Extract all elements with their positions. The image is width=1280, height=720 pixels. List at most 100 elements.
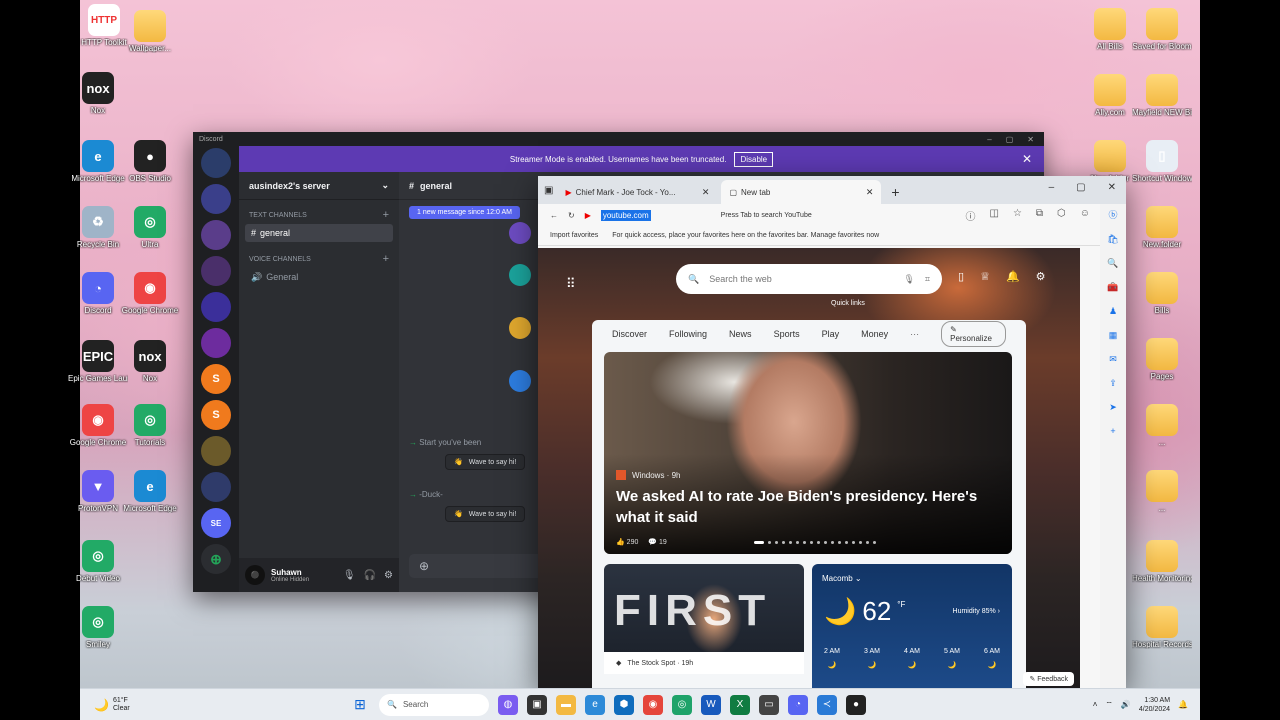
desktop-icon[interactable]: All Bills [1080, 8, 1140, 51]
desktop-icon[interactable]: Saved for Bloom [1132, 8, 1192, 51]
desktop-icon[interactable]: ◎ Tutorials [120, 404, 180, 447]
add-channel-icon[interactable]: + [383, 210, 389, 221]
tools-icon[interactable]: 🧰 [1107, 282, 1118, 293]
word-icon[interactable]: W [701, 694, 721, 715]
avatar[interactable] [509, 370, 531, 392]
minimize-icon[interactable]: – [1049, 182, 1055, 193]
voice-channel-general[interactable]: 🔊 General [245, 268, 393, 287]
settings-icon[interactable]: ⚙ [1036, 270, 1046, 283]
split-screen-icon[interactable]: ◫ [989, 208, 998, 223]
desktop-icon[interactable]: Mayfield NEW Bills [1132, 74, 1192, 117]
apps-grid-icon[interactable]: ⠿ [566, 276, 576, 292]
tab-actions-icon[interactable]: ▣ [544, 185, 553, 196]
tab-money[interactable]: Money [861, 329, 888, 339]
desktop-icon[interactable]: ◔ Discord [68, 272, 128, 315]
start-button[interactable]: ⊞ [350, 695, 370, 715]
gear-icon[interactable]: ⚙ [384, 570, 393, 581]
server-icon[interactable] [201, 220, 231, 250]
tab-discover[interactable]: Discover [612, 329, 647, 339]
weather-location[interactable]: Macomb ⌄ [822, 574, 862, 583]
desktop-icon[interactable]: ▯ Shortcut Windows... [1132, 140, 1192, 183]
desktop-icon[interactable]: ◉ Google Chrome [68, 404, 128, 447]
quick-links-label[interactable]: Quick links [831, 300, 865, 307]
desktop-icon[interactable]: ♻ Recycle Bin [68, 206, 128, 249]
desktop-icon[interactable]: ... [1132, 404, 1192, 447]
server-icon[interactable]: S [201, 400, 231, 430]
tab-new-tab[interactable]: ▢ New tab ✕ [721, 180, 882, 204]
desktop-icon[interactable]: Pages [1132, 338, 1192, 381]
microphone-icon[interactable]: 🎙 [903, 274, 914, 285]
server-icon[interactable]: SE [201, 508, 231, 538]
server-name-header[interactable]: ausindex2's server ⌄ [239, 172, 399, 200]
taskbar-search[interactable]: 🔍 Search [379, 693, 489, 716]
desktop-icon[interactable]: ◎ Ultra [120, 206, 180, 249]
minimize-icon[interactable]: – [987, 135, 991, 144]
tab-following[interactable]: Following [669, 329, 707, 339]
desktop-icon[interactable]: Ally.com [1080, 74, 1140, 117]
web-search-box[interactable]: 🔍 Search the web 🎙 ⌗ [676, 264, 942, 294]
task-view-icon[interactable]: ▣ [527, 694, 547, 715]
collections-icon[interactable]: ⧉ [1036, 208, 1043, 223]
server-icon[interactable] [201, 328, 231, 358]
wave-button[interactable]: 👋 Wave to say hi! [445, 454, 526, 470]
wave-button[interactable]: 👋 Wave to say hi! [445, 506, 526, 522]
discord-icon[interactable]: ◔ [788, 694, 808, 715]
tab-sports[interactable]: Sports [774, 329, 800, 339]
desktop-icon[interactable]: e Microsoft Edge [120, 470, 180, 513]
weather-card[interactable]: Macomb ⌄ 🌙 62 °F Humidity 85% › 2 AM 🌙 3 AM… [812, 564, 1012, 688]
drop-icon[interactable]: ⇪ [1109, 378, 1117, 389]
send-icon[interactable]: ➤ [1109, 402, 1117, 413]
profile-icon[interactable]: ☺ [1080, 208, 1090, 223]
desktop-icon[interactable]: e Microsoft Edge [68, 140, 128, 183]
server-icon[interactable] [201, 148, 231, 178]
search-icon[interactable]: 🔍 [1107, 258, 1118, 269]
desktop-icon[interactable]: ▼ ProtonVPN [68, 470, 128, 513]
like-button[interactable]: 👍 290 [616, 538, 638, 546]
tab-play[interactable]: Play [822, 329, 840, 339]
avatar[interactable] [509, 317, 531, 339]
copilot-icon[interactable]: ◍ [498, 694, 518, 715]
shopping-icon[interactable]: 🛍 [1107, 234, 1118, 245]
add-server-icon[interactable]: ⊕ [201, 544, 231, 574]
maximize-icon[interactable]: ▢ [1076, 182, 1085, 193]
channel-general[interactable]: # general [245, 224, 393, 242]
server-icon[interactable]: S [201, 364, 231, 394]
server-icon[interactable] [201, 184, 231, 214]
desktop-icon[interactable]: ● OBS Studio [120, 140, 180, 183]
server-icon[interactable] [201, 436, 231, 466]
desktop-icon[interactable]: Health Monitoring [1132, 540, 1192, 583]
extensions-icon[interactable]: ⬡ [1057, 208, 1066, 223]
url-input[interactable]: youtube.com [600, 209, 651, 221]
back-icon[interactable]: ← [550, 211, 558, 220]
copilot-icon[interactable]: ⓑ [1108, 208, 1117, 221]
desktop-icon[interactable]: nox Nox [120, 340, 180, 383]
maximize-icon[interactable]: ▢ [1006, 135, 1014, 144]
avatar[interactable] [509, 222, 531, 244]
personalize-button[interactable]: ✎ Personalize [941, 321, 1006, 347]
more-tabs-button[interactable]: ··· [910, 329, 919, 339]
new-tab-button[interactable]: + [885, 180, 905, 204]
desktop-icon[interactable]: ... [1132, 206, 1192, 249]
store-icon[interactable]: ⬢ [614, 694, 634, 715]
notifications-icon[interactable]: 🔔 [1006, 270, 1020, 283]
volume-icon[interactable]: 🔊 [1121, 700, 1131, 709]
add-attachment-icon[interactable]: ⊕ [419, 559, 429, 573]
close-icon[interactable]: ✕ [866, 187, 874, 198]
chrome-icon[interactable]: ◉ [643, 694, 663, 715]
add-channel-icon[interactable]: + [383, 254, 389, 265]
comment-button[interactable]: 💬 19 [648, 538, 666, 546]
avatar[interactable]: ⚫ [245, 565, 265, 585]
feedback-button[interactable]: ✎ Feedback [1023, 672, 1074, 686]
desktop-icon[interactable]: Hospital Records [1132, 606, 1192, 649]
close-icon[interactable]: ✕ [1022, 152, 1032, 166]
import-favorites-link[interactable]: Import favorites [550, 232, 598, 239]
file-explorer-icon[interactable]: ▬ [556, 694, 576, 715]
news-card[interactable]: FIRST ◆ The Stock Spot · 19h [604, 564, 804, 674]
phone-icon[interactable]: ▯ [958, 270, 964, 283]
add-icon[interactable]: + [1110, 426, 1115, 436]
tab-youtube[interactable]: ▶ Chief Mark - Joe Tock - Yo... ✕ [557, 180, 717, 204]
avatar[interactable] [509, 264, 531, 286]
edge-icon[interactable]: e [585, 694, 605, 715]
server-icon[interactable] [201, 292, 231, 322]
obs-icon[interactable]: ● [846, 694, 866, 715]
